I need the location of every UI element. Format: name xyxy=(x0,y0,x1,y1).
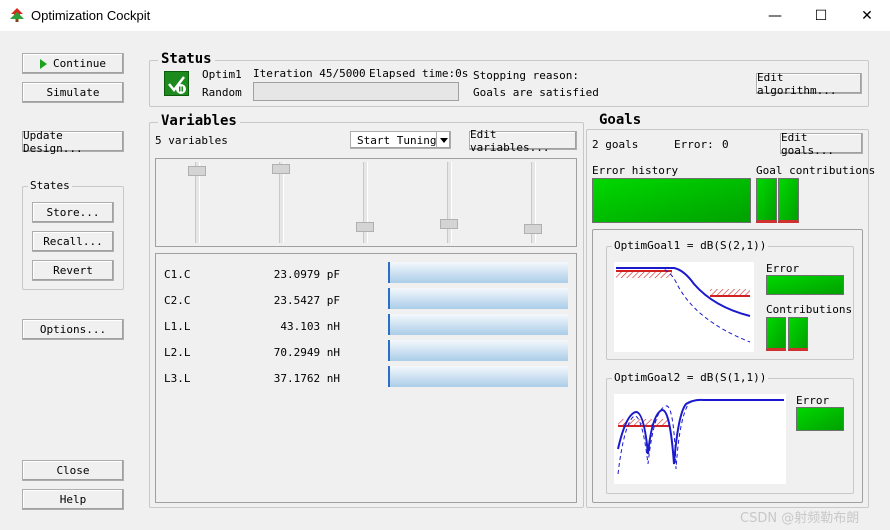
variable-slider-thumb[interactable] xyxy=(188,166,206,176)
goals-error-value: 0 xyxy=(722,138,729,151)
variable-name: C2.C xyxy=(164,294,191,307)
recall-button[interactable]: Recall... xyxy=(32,231,114,252)
variable-slider-thumb[interactable] xyxy=(440,219,458,229)
simulate-button[interactable]: Simulate xyxy=(22,82,124,103)
error-history-chart xyxy=(592,178,751,223)
store-button[interactable]: Store... xyxy=(32,202,114,223)
optimizer-method: Random xyxy=(202,86,242,99)
goal-contribution-bar xyxy=(778,178,799,223)
variable-value: 70.2949 nH xyxy=(273,346,340,359)
variable-range-bar xyxy=(388,262,568,283)
optimizer-status-icon xyxy=(164,71,189,96)
maximize-button[interactable]: ☐ xyxy=(798,0,844,31)
iteration-text: Iteration 45/5000 xyxy=(253,67,366,80)
progress-bar xyxy=(253,82,459,101)
revert-button[interactable]: Revert xyxy=(32,260,114,281)
minimize-button[interactable]: — xyxy=(752,0,798,31)
elapsed-time-text: Elapsed time:0s xyxy=(369,67,469,80)
close-button[interactable]: Close xyxy=(22,460,124,481)
variables-title: Variables xyxy=(158,113,240,129)
options-button[interactable]: Options... xyxy=(22,319,124,340)
variable-slider-track[interactable] xyxy=(279,162,284,243)
status-title: Status xyxy=(158,51,215,67)
edit-goals-button[interactable]: Edit goals... xyxy=(780,131,863,157)
variable-range-bar xyxy=(388,314,568,335)
variable-name: L2.L xyxy=(164,346,191,359)
variable-value: 23.5427 pF xyxy=(273,294,340,307)
variable-name: L1.L xyxy=(164,320,191,333)
goal2-name: OptimGoal2 = dB(S(1,1)) xyxy=(612,371,769,384)
start-tuning-label: Start Tuning xyxy=(357,133,437,147)
edit-variables-button[interactable]: Edit variables... xyxy=(469,128,577,154)
variable-name: C1.C xyxy=(164,268,191,281)
watermark-text: CSDN @射频勒布朗 xyxy=(740,511,860,526)
goal2-error-bar xyxy=(796,407,844,431)
variables-count: 5 variables xyxy=(155,134,228,147)
goal-contributions-label: Goal contributions xyxy=(756,164,876,177)
variable-slider-thumb[interactable] xyxy=(524,224,542,234)
variable-slider-thumb[interactable] xyxy=(356,222,374,232)
goal1-contribution-bar xyxy=(788,317,808,351)
window-title: Optimization Cockpit xyxy=(31,8,151,23)
goals-error-label: Error: xyxy=(674,138,714,151)
goal1-contribution-bar xyxy=(766,317,786,351)
variable-value: 37.1762 nH xyxy=(273,372,340,385)
goal2-plot xyxy=(614,394,786,484)
app-tree-icon xyxy=(10,8,24,22)
optimizer-name: Optim1 xyxy=(202,68,242,81)
variable-range-bar xyxy=(388,340,568,361)
help-button[interactable]: Help xyxy=(22,489,124,510)
states-title: States xyxy=(28,179,72,192)
error-history-label: Error history xyxy=(592,164,679,177)
update-design-button[interactable]: Update Design... xyxy=(22,129,124,155)
dropdown-arrow-icon xyxy=(436,132,450,148)
goal1-plot xyxy=(614,262,754,352)
goal1-error-bar xyxy=(766,275,844,295)
edit-algorithm-button[interactable]: Edit algorithm... xyxy=(756,71,862,97)
variable-value: 43.103 nH xyxy=(280,320,340,333)
stopping-reason-value: Goals are satisfied xyxy=(473,86,599,99)
variable-value: 23.0979 pF xyxy=(273,268,340,281)
continue-button[interactable]: Continue xyxy=(22,53,124,74)
variable-range-bar xyxy=(388,288,568,309)
goal2-error-label: Error xyxy=(796,394,830,407)
variable-slider-track[interactable] xyxy=(447,162,452,243)
variable-slider-thumb[interactable] xyxy=(272,164,290,174)
close-window-button[interactable]: ✕ xyxy=(844,0,890,31)
variable-range-bar xyxy=(388,366,568,387)
goal-contribution-bar xyxy=(756,178,777,223)
goal1-name: OptimGoal1 = dB(S(2,1)) xyxy=(612,239,769,252)
stopping-reason-label: Stopping reason: xyxy=(473,69,579,82)
continue-label: Continue xyxy=(53,57,106,70)
goal1-error-label: Error xyxy=(766,262,800,275)
goals-count: 2 goals xyxy=(592,138,639,151)
goal1-contributions-label: Contributions xyxy=(766,303,853,316)
goals-title: Goals xyxy=(596,112,645,128)
start-tuning-dropdown[interactable]: Start Tuning xyxy=(350,131,451,149)
variable-name: L3.L xyxy=(164,372,191,385)
play-icon xyxy=(40,58,47,69)
